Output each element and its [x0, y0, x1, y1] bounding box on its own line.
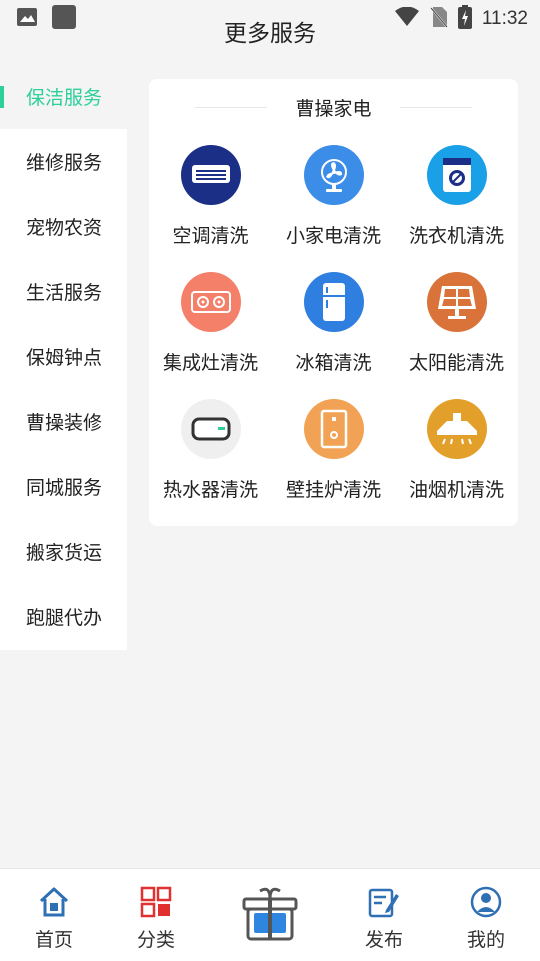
- sidebar-item-label: 维修服务: [26, 152, 103, 174]
- page-title: 更多服务: [224, 21, 316, 47]
- divider: [195, 106, 268, 108]
- sidebar-item-label: 同城服务: [26, 477, 103, 499]
- fan-icon: [303, 145, 364, 205]
- nav-gift[interactable]: [240, 883, 300, 943]
- category-icon: [139, 885, 173, 919]
- bottom-nav: 首页 分类 发布 我的: [0, 868, 540, 961]
- service-item-solar-heater[interactable]: 太阳能清洗: [395, 272, 518, 392]
- category-sidebar: 保洁服务 维修服务 宠物农资 生活服务 保姆钟点 曹操装修 同城服务 搬家货运 …: [0, 64, 127, 650]
- refrigerator-icon: [303, 272, 364, 332]
- divider: [399, 106, 472, 108]
- service-item-washing-machine[interactable]: 洗衣机清洗: [395, 145, 518, 265]
- service-label: 热水器清洗: [162, 479, 258, 501]
- stove-icon: [180, 272, 241, 332]
- range-hood-icon: [426, 399, 487, 459]
- gift-box-icon: [240, 887, 300, 947]
- sidebar-item-label: 保姆钟点: [26, 347, 103, 369]
- service-label: 冰箱清洗: [295, 352, 372, 374]
- service-label: 太阳能清洗: [408, 352, 504, 374]
- sidebar-item-renovation[interactable]: 曹操装修: [0, 389, 127, 454]
- service-label: 集成灶清洗: [162, 352, 258, 374]
- sidebar-item-local-services[interactable]: 同城服务: [0, 454, 127, 519]
- sidebar-item-pets-agri[interactable]: 宠物农资: [0, 194, 127, 259]
- profile-icon: [469, 885, 503, 919]
- service-label: 油烟机清洗: [408, 479, 504, 501]
- wall-boiler-icon: [303, 399, 364, 459]
- sidebar-item-label: 保洁服务: [26, 87, 103, 109]
- service-item-integrated-stove[interactable]: 集成灶清洗: [149, 272, 272, 392]
- sidebar-item-label: 生活服务: [26, 282, 103, 304]
- sidebar-item-label: 搬家货运: [26, 542, 103, 564]
- service-label: 空调清洗: [172, 225, 249, 247]
- sidebar-item-errands[interactable]: 跑腿代办: [0, 584, 127, 649]
- nav-label: 首页: [34, 929, 73, 951]
- sidebar-item-nanny[interactable]: 保姆钟点: [0, 324, 127, 389]
- sidebar-item-moving[interactable]: 搬家货运: [0, 519, 127, 584]
- solar-panel-icon: [426, 272, 487, 332]
- service-item-water-heater[interactable]: 热水器清洗: [149, 399, 272, 519]
- active-indicator: [0, 86, 4, 108]
- home-icon: [37, 885, 71, 919]
- water-heater-icon: [180, 399, 241, 459]
- sidebar-item-label: 曹操装修: [26, 412, 103, 434]
- washing-machine-icon: [426, 145, 487, 205]
- nav-label: 我的: [466, 929, 505, 951]
- section-title: 曹操家电: [295, 97, 372, 120]
- service-item-wall-boiler[interactable]: 壁挂炉清洗: [272, 399, 395, 519]
- service-item-refrigerator[interactable]: 冰箱清洗: [272, 272, 395, 392]
- sidebar-item-life-services[interactable]: 生活服务: [0, 259, 127, 324]
- service-item-small-appliance[interactable]: 小家电清洗: [272, 145, 395, 265]
- nav-publish[interactable]: 发布: [330, 869, 438, 961]
- sidebar-item-label: 跑腿代办: [26, 607, 103, 629]
- air-conditioner-icon: [180, 145, 241, 205]
- service-label: 小家电清洗: [285, 225, 381, 247]
- nav-home[interactable]: 首页: [0, 869, 108, 961]
- publish-icon: [367, 885, 401, 919]
- service-item-range-hood[interactable]: 油烟机清洗: [395, 399, 518, 519]
- sidebar-item-repair[interactable]: 维修服务: [0, 129, 127, 194]
- service-label: 壁挂炉清洗: [285, 479, 381, 501]
- nav-profile[interactable]: 我的: [432, 869, 540, 961]
- sidebar-item-cleaning[interactable]: 保洁服务: [0, 64, 127, 129]
- nav-label: 分类: [136, 929, 175, 951]
- sidebar-item-label: 宠物农资: [26, 217, 103, 239]
- service-card: 曹操家电 空调清洗 小家电清洗 洗衣机清洗 集成灶清洗 冰箱清洗 太阳能清洗 热…: [149, 79, 518, 526]
- nav-label: 发布: [364, 929, 403, 951]
- section-header: 曹操家电: [149, 93, 518, 121]
- nav-category[interactable]: 分类: [102, 869, 210, 961]
- service-item-air-conditioner[interactable]: 空调清洗: [149, 145, 272, 265]
- service-label: 洗衣机清洗: [408, 225, 504, 247]
